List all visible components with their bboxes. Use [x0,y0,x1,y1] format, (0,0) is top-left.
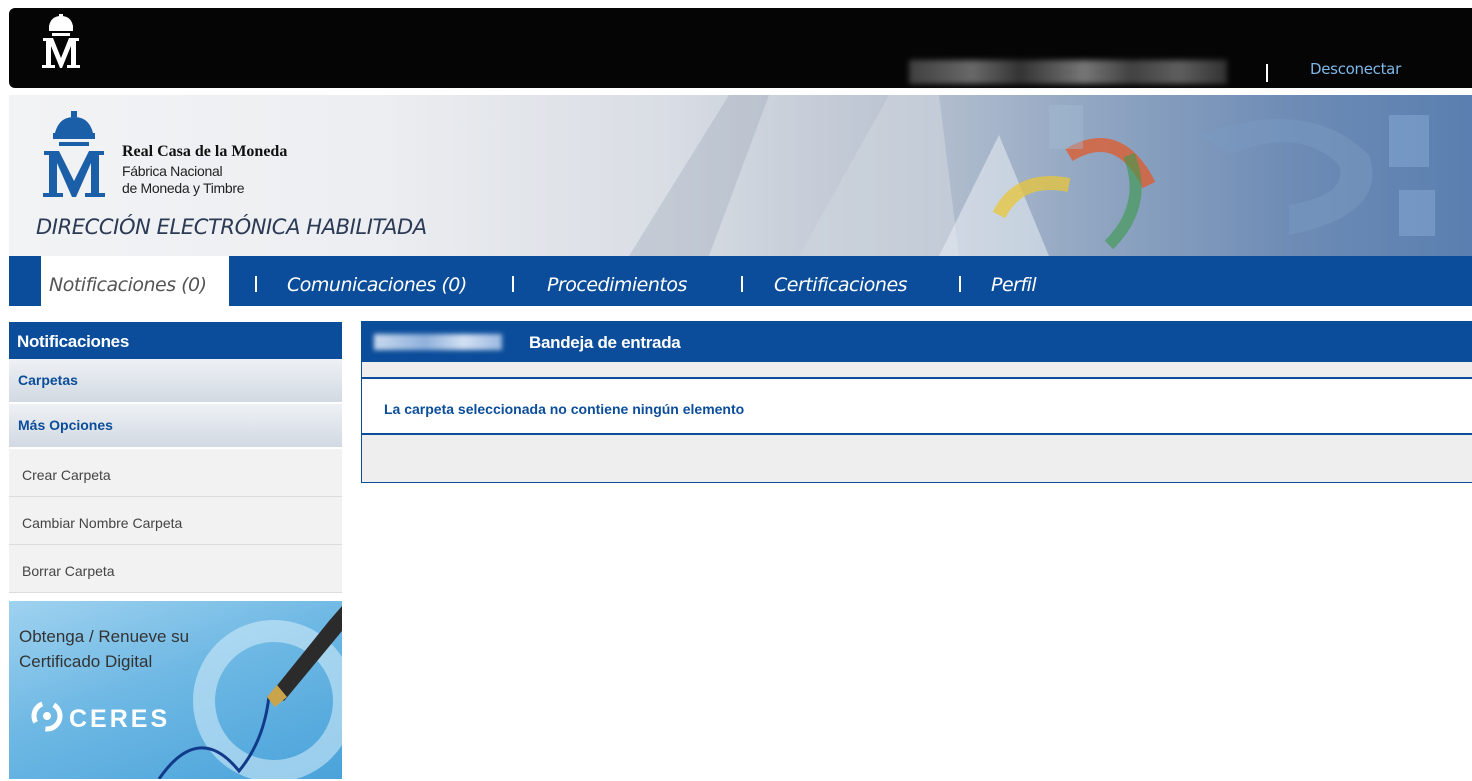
sidebar: Notificaciones Carpetas Más Opciones Cre… [9,322,342,779]
inbox-title-bar: Bandeja de entrada [362,322,1472,362]
sidebar-item-crear-carpeta[interactable]: Crear Carpeta [9,449,342,497]
top-bar: Desconectar [9,8,1472,88]
inbox-toolbar-strip [362,362,1472,379]
sidebar-group-carpetas[interactable]: Carpetas [9,359,342,404]
tab-procedimientos[interactable]: Procedimientos [547,256,687,306]
promo-line2: Certificado Digital [19,652,153,671]
org-name: Real Casa de la Moneda [122,143,288,160]
sidebar-item-borrar-carpeta[interactable]: Borrar Carpeta [9,545,342,593]
header-banner: Real Casa de la Moneda Fábrica Nacional … [9,95,1472,256]
inbox-panel: Bandeja de entrada La carpeta selecciona… [361,321,1472,483]
recipient-name-redacted [374,334,502,350]
topbar-separator [1266,64,1268,82]
logout-link[interactable]: Desconectar [1310,60,1401,78]
sidebar-header: Notificaciones [9,322,342,359]
org-subtitle-line2: de Moneda y Timbre [122,180,245,196]
user-name-redacted [909,60,1227,84]
tab-notificaciones[interactable]: Notificaciones (0) [41,256,229,306]
promo-line1: Obtenga / Renueve su [19,627,190,646]
app-title: DIRECCIÓN ELECTRÓNICA HABILITADA [36,215,427,239]
tab-certificaciones[interactable]: Certificaciones [774,256,908,306]
tab-perfil[interactable]: Perfil [991,256,1037,306]
nav-divider [741,276,743,292]
sidebar-group-mas-opciones[interactable]: Más Opciones [9,404,342,449]
inbox-footer [362,435,1472,482]
inbox-title: Bandeja de entrada [529,333,681,352]
nav-divider [959,276,961,292]
tab-comunicaciones[interactable]: Comunicaciones (0) [287,256,467,306]
sidebar-item-cambiar-nombre-carpeta[interactable]: Cambiar Nombre Carpeta [9,497,342,545]
org-subtitle-line1: Fábrica Nacional [122,163,223,179]
nav-divider [512,276,514,292]
ceres-brand: CERES [69,705,171,733]
ceres-promo-banner[interactable]: Obtenga / Renueve su Certificado Digital… [9,601,342,779]
crowned-m-logo-icon [42,14,80,68]
nav-divider [255,276,257,292]
crowned-m-crest-icon [43,111,105,197]
empty-folder-message: La carpeta seleccionada no contiene ning… [362,379,1472,435]
main-nav: Notificaciones (0) Comunicaciones (0) Pr… [9,256,1472,306]
